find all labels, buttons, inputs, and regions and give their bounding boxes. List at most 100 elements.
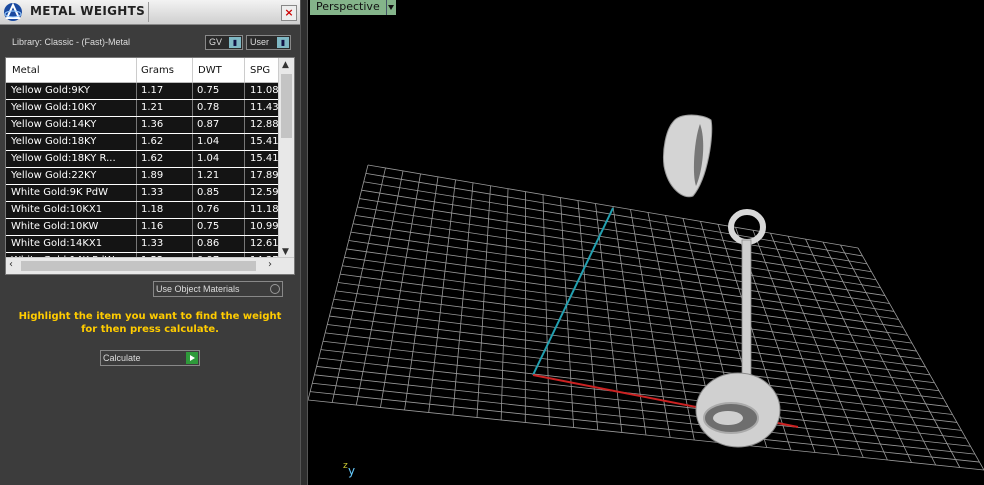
perspective-view-tab[interactable]: Perspective <box>310 0 386 15</box>
grid-line <box>312 382 976 455</box>
y-axis-label: y <box>348 464 356 478</box>
calculate-label: Calculate <box>103 353 141 363</box>
view-dropdown-arrow-icon[interactable] <box>386 0 396 15</box>
scroll-up-icon[interactable]: ▲ <box>282 60 289 70</box>
table-body: Yellow Gold:9KY 1.17 0.75 11.08 Yellow Gold:… <box>6 83 280 270</box>
dropdown-arrow-icon[interactable]: ▮ <box>229 37 241 48</box>
cell-dwt: 1.21 <box>197 170 220 181</box>
play-arrow-icon[interactable] <box>186 352 198 364</box>
cell-grams: 1.33 <box>141 187 164 198</box>
column-header-grams[interactable]: Grams <box>141 65 174 76</box>
cell-grams: 1.89 <box>141 170 164 181</box>
cell-divider <box>136 219 137 235</box>
cell-dwt: 0.87 <box>197 119 220 130</box>
cell-divider <box>136 168 137 184</box>
cell-dwt: 0.75 <box>197 221 220 232</box>
cell-metal: Yellow Gold:14KY <box>11 119 97 130</box>
scroll-right-icon[interactable]: › <box>268 259 272 270</box>
gv-label: GV <box>209 37 223 47</box>
panel-titlebar: METAL WEIGHTS × <box>0 0 300 25</box>
grid-line <box>333 298 931 376</box>
panel-splitter[interactable] <box>300 0 308 485</box>
horizontal-scroll-thumb[interactable] <box>21 261 256 271</box>
table-row[interactable]: Yellow Gold:10KY 1.21 0.78 11.43 <box>6 100 280 117</box>
calculate-button[interactable]: Calculate <box>100 350 200 366</box>
cell-metal: Yellow Gold:10KY <box>11 102 97 113</box>
horizontal-scrollbar[interactable]: ‹ › <box>6 257 294 274</box>
dropdown-arrow-icon[interactable]: ▮ <box>277 37 289 48</box>
cell-metal: Yellow Gold:9KY <box>11 85 90 96</box>
cell-divider <box>136 202 137 218</box>
close-button[interactable]: × <box>281 5 297 21</box>
cell-grams: 1.16 <box>141 221 164 232</box>
cell-divider <box>136 185 137 201</box>
cell-dwt: 1.04 <box>197 136 220 147</box>
cell-dwt: 0.78 <box>197 102 220 113</box>
app-logo-icon <box>4 2 22 21</box>
grid-line <box>337 282 922 360</box>
cell-divider <box>136 83 137 99</box>
cell-dwt: 0.76 <box>197 204 220 215</box>
cell-metal: White Gold:10KX1 <box>11 204 103 215</box>
column-divider <box>192 58 193 82</box>
metal-weights-panel: METAL WEIGHTS × Library: Classic - (Fast… <box>0 0 300 485</box>
column-header-dwt[interactable]: DWT <box>198 65 222 76</box>
ring-object[interactable] <box>663 114 713 198</box>
instructions-text: Highlight the item you want to find the … <box>18 311 282 335</box>
vertical-scrollbar[interactable]: ▲ ▼ <box>278 58 294 259</box>
table-row[interactable]: Yellow Gold:18KY R... 1.62 1.04 15.41 <box>6 151 280 168</box>
use-object-materials-label: Use Object Materials <box>156 284 240 294</box>
cell-grams: 1.21 <box>141 102 164 113</box>
column-divider <box>244 58 245 82</box>
metal-weights-table: Metal Grams DWT SPG Yellow Gold:9KY 1.17 0… <box>5 57 295 275</box>
cell-grams: 1.33 <box>141 238 164 249</box>
cell-metal: Yellow Gold:22KY <box>11 170 97 181</box>
column-header-metal[interactable]: Metal <box>12 65 40 76</box>
cell-metal: White Gold:14KX1 <box>11 238 103 249</box>
title-divider <box>148 2 149 22</box>
cell-grams: 1.36 <box>141 119 164 130</box>
table-header: Metal Grams DWT SPG <box>6 58 280 83</box>
table-row[interactable]: Yellow Gold:9KY 1.17 0.75 11.08 <box>6 83 280 100</box>
cell-divider <box>136 134 137 150</box>
cell-divider <box>136 100 137 116</box>
cell-dwt: 1.04 <box>197 153 220 164</box>
ground-grid <box>308 164 984 471</box>
table-row[interactable]: Yellow Gold:14KY 1.36 0.87 12.88 <box>6 117 280 134</box>
cell-metal: White Gold:10KW <box>11 221 99 232</box>
user-dropdown[interactable]: User ▮ <box>246 35 291 50</box>
cell-metal: Yellow Gold:18KY R... <box>11 153 116 164</box>
cell-grams: 1.62 <box>141 153 164 164</box>
column-header-spg[interactable]: SPG <box>250 65 270 76</box>
grid-line <box>310 391 980 463</box>
cell-grams: 1.62 <box>141 136 164 147</box>
cell-dwt: 0.85 <box>197 187 220 198</box>
radio-circle-icon[interactable] <box>270 284 280 294</box>
cell-dwt: 0.86 <box>197 238 220 249</box>
user-label: User <box>250 37 270 47</box>
table-row[interactable]: White Gold:9K PdW 1.33 0.85 12.59 <box>6 185 280 202</box>
scene-canvas[interactable] <box>308 0 984 485</box>
grid-line <box>308 399 984 471</box>
scroll-left-icon[interactable]: ‹ <box>9 259 13 270</box>
table-row[interactable]: White Gold:10KX1 1.18 0.76 11.18 <box>6 202 280 219</box>
panel-title: METAL WEIGHTS <box>30 4 146 18</box>
cell-divider <box>136 117 137 133</box>
use-object-materials-toggle[interactable]: Use Object Materials <box>153 281 283 297</box>
cell-metal: White Gold:9K PdW <box>11 187 108 198</box>
cell-grams: 1.17 <box>141 85 164 96</box>
y-axis-line <box>532 207 614 376</box>
cell-dwt: 0.75 <box>197 85 220 96</box>
vertical-scroll-thumb[interactable] <box>281 74 292 138</box>
library-label: Library: Classic - (Fast)-Metal <box>12 37 131 47</box>
grid-line <box>335 290 926 368</box>
grid-line <box>787 235 888 461</box>
table-row[interactable]: Yellow Gold:18KY 1.62 1.04 15.41 <box>6 134 280 151</box>
table-row[interactable]: White Gold:14KX1 1.33 0.86 12.61 <box>6 236 280 253</box>
table-row[interactable]: Yellow Gold:22KY 1.89 1.21 17.89 <box>6 168 280 185</box>
table-row[interactable]: White Gold:10KW 1.16 0.75 10.99 <box>6 219 280 236</box>
3d-viewport[interactable]: Perspective z y <box>308 0 984 485</box>
scroll-down-icon[interactable]: ▼ <box>282 247 289 257</box>
gv-dropdown[interactable]: GV ▮ <box>205 35 243 50</box>
cell-divider <box>136 151 137 167</box>
